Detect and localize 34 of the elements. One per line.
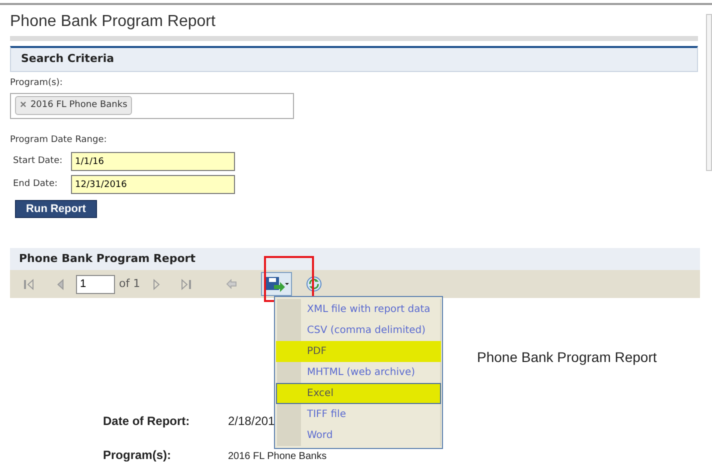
menu-item[interactable]: Excel [276, 383, 441, 404]
menu-item[interactable]: MHTML (web archive) [276, 362, 441, 383]
page-title: Phone Bank Program Report [10, 12, 216, 32]
export-button[interactable] [261, 272, 292, 296]
field-label: Start Date: [13, 154, 64, 168]
field-label: Program(s): [10, 77, 63, 90]
menu-item[interactable]: TIFF file [276, 404, 441, 425]
section-title: Search Criteria [21, 51, 114, 68]
previous-page-icon[interactable] [56, 278, 64, 290]
tag-label: 2016 FL Phone Banks [30, 98, 128, 112]
remove-button[interactable]: × [20, 97, 26, 114]
report-field-label: Program(s): [103, 449, 172, 462]
end-date-field[interactable]: 12/31/2016 [71, 175, 235, 194]
field-label: Program Date Range: [10, 134, 107, 146]
menu-item[interactable]: Word [276, 425, 441, 446]
menu-item[interactable]: XML file with report data [276, 299, 441, 320]
start-date-field[interactable]: 1/1/16 [71, 152, 235, 171]
next-page-icon[interactable] [153, 278, 162, 290]
first-page-icon[interactable] [23, 278, 35, 290]
refresh-icon[interactable] [306, 276, 322, 292]
back-arrow-icon[interactable] [226, 279, 238, 289]
field-label: End Date: [13, 178, 59, 191]
report-field-label: Date of Report: [103, 415, 191, 428]
menu-item[interactable]: CSV (comma delimited) [276, 320, 441, 341]
menu-item[interactable]: PDF [276, 341, 441, 362]
report-field-value: 2016 FL Phone Banks [228, 450, 327, 464]
last-page-icon[interactable] [180, 278, 192, 290]
report-title: Phone Bank Program Report [19, 250, 196, 267]
report-field-value: 2/18/201 [228, 413, 275, 430]
page-count: of 1 [119, 276, 140, 292]
run-report-button[interactable]: Run Report [15, 200, 97, 218]
report-heading: Phone Bank Program Report [477, 348, 657, 367]
page-number-field[interactable]: 1 [76, 274, 115, 294]
program-select[interactable]: × 2016 FL Phone Banks [10, 92, 294, 118]
